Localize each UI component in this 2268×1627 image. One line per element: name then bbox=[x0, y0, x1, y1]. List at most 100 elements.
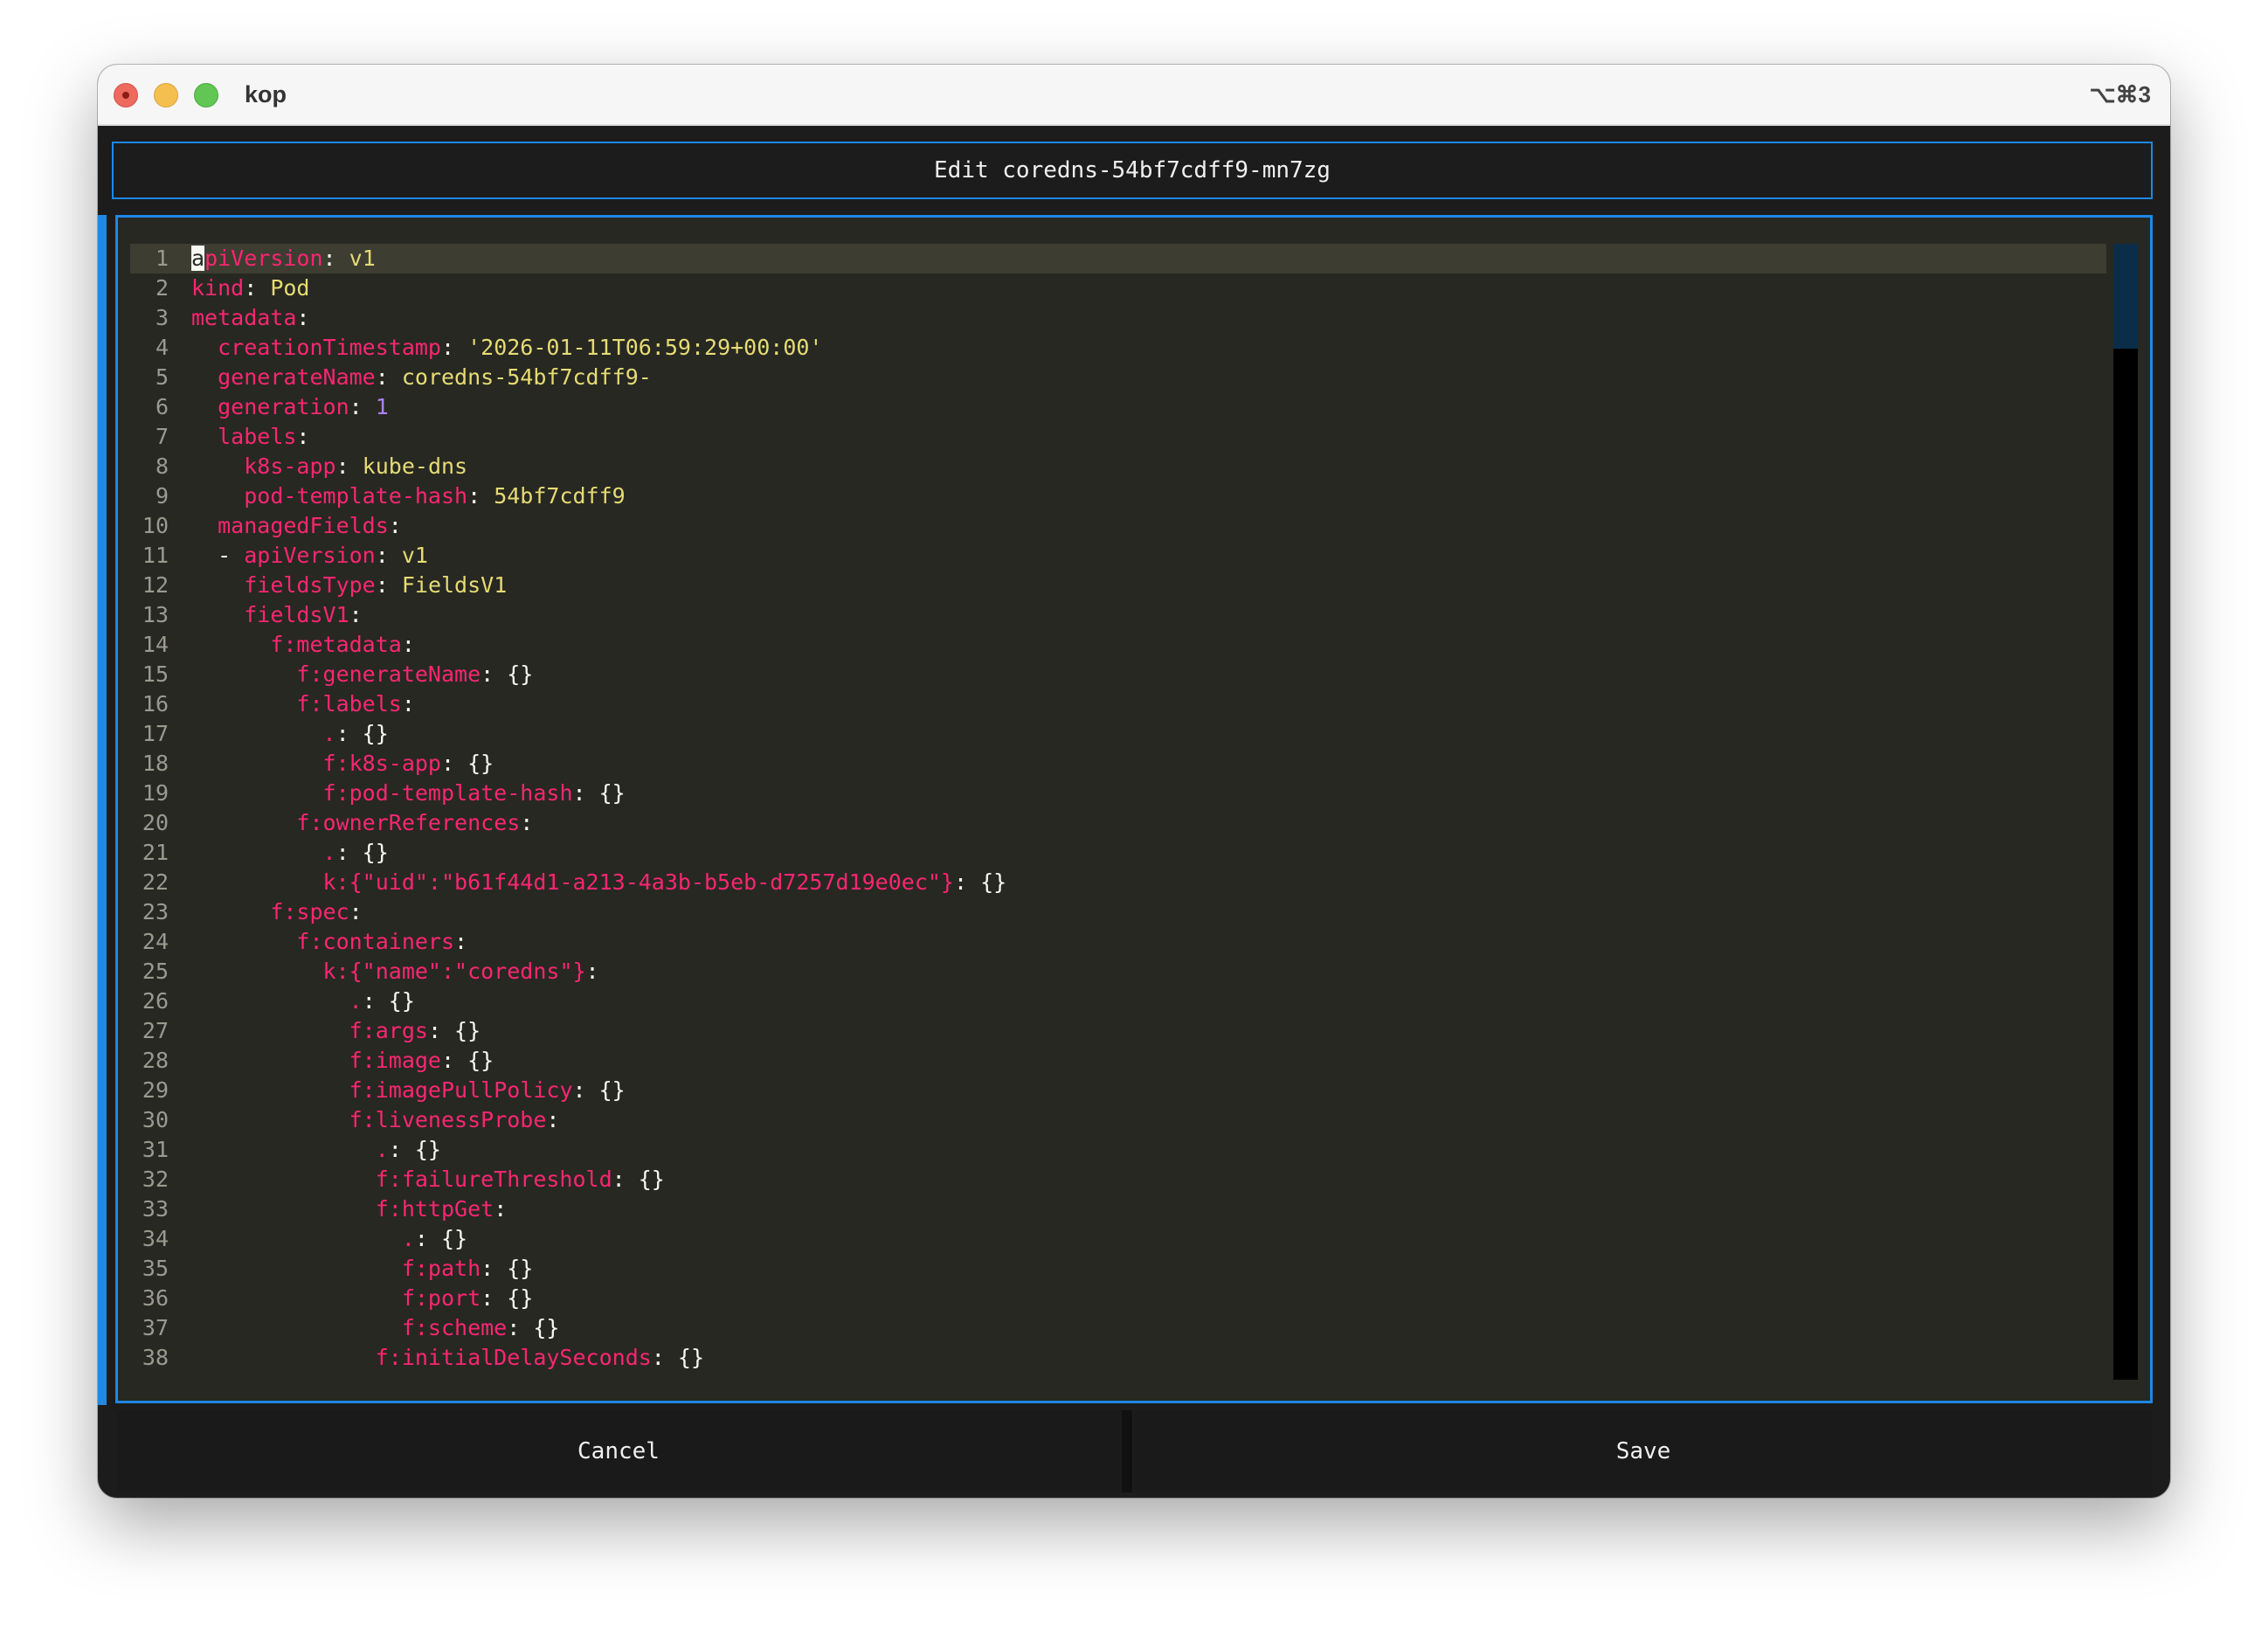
code-line[interactable]: 38 f:initialDelaySeconds: {} bbox=[130, 1343, 2106, 1373]
line-text: .: {} bbox=[191, 719, 389, 749]
code-line[interactable]: 24 f:containers: bbox=[130, 927, 2106, 957]
code-line[interactable]: 26 .: {} bbox=[130, 987, 2106, 1016]
code-line[interactable]: 10 managedFields: bbox=[130, 511, 2106, 541]
code-token: f:scheme bbox=[401, 1315, 508, 1340]
line-text: f:ownerReferences: bbox=[191, 808, 533, 838]
code-token: : bbox=[375, 364, 402, 390]
code-line[interactable]: 36 f:port: {} bbox=[130, 1284, 2106, 1313]
code-token: piVersion bbox=[204, 246, 323, 271]
line-number: 23 bbox=[142, 899, 169, 924]
code-line[interactable]: 4 creationTimestamp: '2026-01-11T06:59:2… bbox=[130, 333, 2106, 363]
code-token: '2026-01-11T06:59:29+00:00' bbox=[467, 335, 823, 360]
editor-scrollbar[interactable] bbox=[2113, 244, 2138, 1380]
code-line[interactable]: 30 f:livenessProbe: bbox=[130, 1105, 2106, 1135]
code-line[interactable]: 11 - apiVersion: v1 bbox=[130, 541, 2106, 571]
line-number: 29 bbox=[142, 1077, 169, 1103]
line-text: labels: bbox=[191, 422, 309, 452]
code-token: fieldsType bbox=[244, 572, 376, 598]
code-line[interactable]: 22 k:{"uid":"b61f44d1-a213-4a3b-b5eb-d72… bbox=[130, 868, 2106, 897]
code-area[interactable]: 1 apiVersion: v1 2 kind: Pod 3 metadata: 4 cre… bbox=[130, 244, 2106, 1380]
code-line[interactable]: 8 k8s-app: kube-dns bbox=[130, 452, 2106, 481]
code-token: k:{"uid":"b61f44d1-a213-4a3b-b5eb-d7257d… bbox=[322, 869, 954, 895]
code-line[interactable]: 21 .: {} bbox=[130, 838, 2106, 868]
code-token: f:labels bbox=[296, 691, 402, 717]
code-line[interactable]: 13 fieldsV1: bbox=[130, 600, 2106, 630]
code-token: : bbox=[467, 483, 494, 509]
code-line[interactable]: 14 f:metadata: bbox=[130, 630, 2106, 660]
code-token: : bbox=[494, 1196, 508, 1222]
code-line[interactable]: 1 apiVersion: v1 bbox=[130, 244, 2106, 273]
line-number: 16 bbox=[142, 691, 169, 717]
code-token: k:{"name":"coredns"} bbox=[322, 959, 586, 984]
code-line[interactable]: 34 .: {} bbox=[130, 1224, 2106, 1254]
code-line[interactable]: 29 f:imagePullPolicy: {} bbox=[130, 1076, 2106, 1105]
code-token: f:spec bbox=[270, 899, 349, 924]
code-line[interactable]: 9 pod-template-hash: 54bf7cdff9 bbox=[130, 481, 2106, 511]
code-token: : bbox=[401, 632, 415, 657]
code-line[interactable]: 5 generateName: coredns-54bf7cdff9- bbox=[130, 363, 2106, 392]
code-line[interactable]: 20 f:ownerReferences: bbox=[130, 808, 2106, 838]
code-line[interactable]: 33 f:httpGet: bbox=[130, 1194, 2106, 1224]
code-token: : bbox=[401, 691, 415, 717]
code-line[interactable]: 2 kind: Pod bbox=[130, 273, 2106, 303]
code-token: : {} bbox=[481, 1285, 534, 1311]
line-number: 26 bbox=[142, 988, 169, 1014]
code-token: : bbox=[520, 810, 534, 835]
line-number: 38 bbox=[142, 1345, 169, 1370]
code-token: FieldsV1 bbox=[401, 572, 508, 598]
code-line[interactable]: 6 generation: 1 bbox=[130, 392, 2106, 422]
button-divider bbox=[1122, 1410, 1132, 1492]
line-number: 8 bbox=[155, 453, 169, 479]
code-line[interactable]: 23 f:spec: bbox=[130, 897, 2106, 927]
cancel-button[interactable]: Cancel bbox=[117, 1410, 1120, 1492]
zoom-window-button[interactable] bbox=[194, 83, 218, 107]
code-line[interactable]: 7 labels: bbox=[130, 422, 2106, 452]
minimize-window-button[interactable] bbox=[154, 83, 178, 107]
scrollbar-thumb[interactable] bbox=[2113, 244, 2138, 349]
yaml-editor[interactable]: 1 apiVersion: v1 2 kind: Pod 3 metadata: 4 cre… bbox=[115, 215, 2153, 1403]
code-token: : bbox=[454, 929, 468, 954]
code-token: f:pod-template-hash bbox=[322, 780, 573, 806]
code-line[interactable]: 37 f:scheme: {} bbox=[130, 1313, 2106, 1343]
line-text: .: {} bbox=[191, 987, 415, 1016]
code-token: : {} bbox=[440, 751, 494, 776]
code-line[interactable]: 18 f:k8s-app: {} bbox=[130, 749, 2106, 779]
line-text: - apiVersion: v1 bbox=[191, 541, 428, 571]
line-text: kind: Pod bbox=[191, 273, 309, 303]
code-line[interactable]: 17 .: {} bbox=[130, 719, 2106, 749]
line-text: f:scheme: {} bbox=[191, 1313, 560, 1343]
line-text: k:{"uid":"b61f44d1-a213-4a3b-b5eb-d7257d… bbox=[191, 868, 1007, 897]
close-window-button[interactable] bbox=[114, 83, 138, 107]
code-line[interactable]: 32 f:failureThreshold: {} bbox=[130, 1165, 2106, 1194]
code-token: f:containers bbox=[296, 929, 455, 954]
line-text: f:k8s-app: {} bbox=[191, 749, 494, 779]
window-shortcut: ⌥⌘3 bbox=[2089, 81, 2151, 107]
line-text: fieldsV1: bbox=[191, 600, 362, 630]
line-number: 11 bbox=[142, 543, 169, 568]
code-line[interactable]: 28 f:image: {} bbox=[130, 1046, 2106, 1076]
code-token: : {} bbox=[335, 840, 389, 865]
code-line[interactable]: 15 f:generateName: {} bbox=[130, 660, 2106, 689]
code-line[interactable]: 12 fieldsType: FieldsV1 bbox=[130, 571, 2106, 600]
code-line[interactable]: 35 f:path: {} bbox=[130, 1254, 2106, 1284]
code-token: : {} bbox=[651, 1345, 705, 1370]
line-text: .: {} bbox=[191, 838, 389, 868]
line-text: f:livenessProbe: bbox=[191, 1105, 560, 1135]
line-number: 22 bbox=[142, 869, 169, 895]
code-line[interactable]: 19 f:pod-template-hash: {} bbox=[130, 779, 2106, 808]
code-line[interactable]: 3 metadata: bbox=[130, 303, 2106, 333]
code-line[interactable]: 25 k:{"name":"coredns"}: bbox=[130, 957, 2106, 987]
code-token: : {} bbox=[572, 1077, 626, 1103]
code-line[interactable]: 31 .: {} bbox=[130, 1135, 2106, 1165]
line-number: 12 bbox=[142, 572, 169, 598]
line-number: 36 bbox=[142, 1285, 169, 1311]
save-button[interactable]: Save bbox=[1134, 1410, 2153, 1492]
code-line[interactable]: 16 f:labels: bbox=[130, 689, 2106, 719]
code-line[interactable]: 27 f:args: {} bbox=[130, 1016, 2106, 1046]
